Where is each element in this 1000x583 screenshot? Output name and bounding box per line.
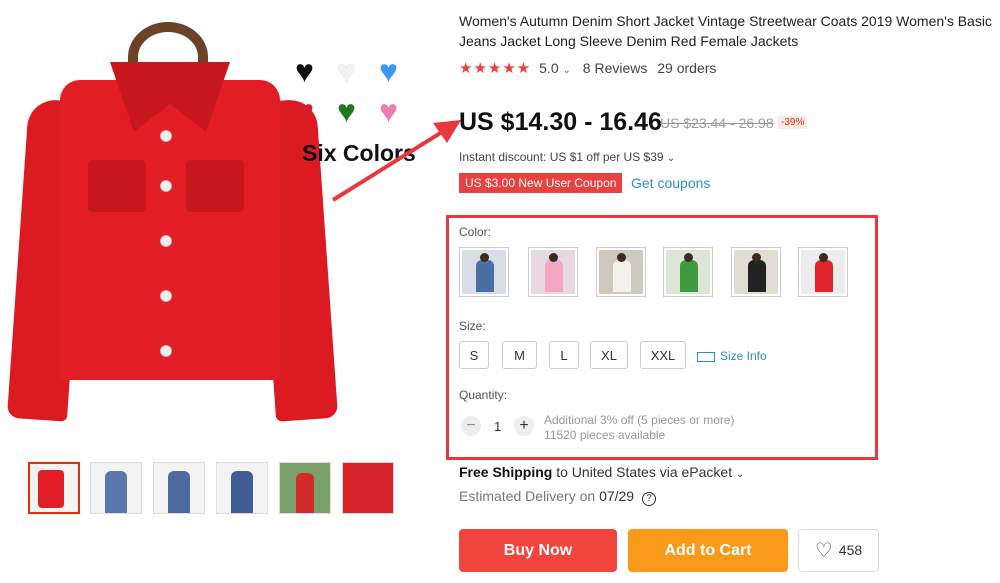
thumbnail[interactable] — [153, 462, 205, 514]
quantity-label: Quantity: — [459, 388, 508, 402]
color-swatch-red[interactable] — [798, 247, 848, 297]
size-label: Size: — [459, 319, 486, 333]
size-info-link[interactable]: Size Info — [697, 349, 767, 363]
color-swatch-blue-denim[interactable] — [459, 247, 509, 297]
instant-discount-text: Instant discount: US $1 off per US $39 — [459, 150, 664, 164]
plus-icon[interactable]: + — [514, 416, 534, 436]
instant-discount[interactable]: Instant discount: US $1 off per US $39 ⌄ — [459, 150, 675, 164]
thumbnail[interactable] — [216, 462, 268, 514]
jacket-pocket-left — [88, 160, 146, 212]
rating-row[interactable]: ★★★★★ 5.0 ⌄ 8 Reviews 29 orders — [459, 59, 716, 77]
heart-icon: ♥ — [337, 53, 356, 89]
thumbnail[interactable] — [28, 462, 80, 514]
estimated-delivery: Estimated Delivery on 07/29 ? — [459, 488, 656, 506]
thumbnail[interactable] — [279, 462, 331, 514]
original-price: US $23.44 - 26.98 — [660, 115, 774, 131]
thumbnail[interactable] — [342, 462, 394, 514]
size-option-s[interactable]: S — [459, 341, 489, 369]
heart-icon: ♥ — [295, 93, 314, 129]
size-option-xxl[interactable]: XXL — [640, 341, 686, 369]
jacket-button — [160, 130, 172, 142]
stock-available: 11520 pieces available — [544, 428, 666, 442]
help-icon[interactable]: ? — [642, 492, 656, 506]
buy-now-button[interactable]: Buy Now — [459, 529, 617, 572]
rating-value: 5.0 — [539, 60, 559, 76]
thumbnail[interactable] — [90, 462, 142, 514]
new-user-coupon[interactable]: US $3.00 New User Coupon — [459, 173, 623, 193]
jacket-pocket-right — [186, 160, 244, 212]
jacket-button — [160, 345, 172, 357]
quantity-value[interactable]: 1 — [494, 419, 501, 434]
size-info-label: Size Info — [720, 349, 767, 363]
color-swatch-white[interactable] — [596, 247, 646, 297]
reviews-link[interactable]: 8 Reviews — [583, 60, 648, 76]
annotation-arrow — [331, 120, 461, 202]
delivery-date: 07/29 — [599, 488, 635, 504]
estimated-delivery-label: Estimated Delivery on — [459, 488, 596, 504]
color-label: Color: — [459, 225, 492, 239]
star-icon: ★★★★★ — [459, 60, 532, 77]
color-swatch-black[interactable] — [731, 247, 781, 297]
bulk-discount-note: Additional 3% off (5 pieces or more) — [544, 413, 735, 427]
minus-icon[interactable]: − — [461, 416, 481, 436]
color-swatch-green[interactable] — [663, 247, 713, 297]
shipping-info[interactable]: Free Shipping to United States via ePack… — [459, 464, 744, 480]
heart-icon: ♥ — [379, 53, 398, 89]
ruler-icon — [697, 351, 715, 362]
jacket-body — [60, 80, 280, 380]
chevron-down-icon: ⌄ — [666, 153, 676, 164]
size-option-l[interactable]: L — [549, 341, 579, 369]
wishlist-button[interactable]: ♡ 458 — [798, 529, 879, 572]
heart-outline-icon: ♡ — [814, 540, 833, 562]
get-coupons-link[interactable]: Get coupons — [631, 175, 710, 191]
heart-icon: ♥ — [295, 53, 314, 89]
wishlist-count: 458 — [838, 542, 863, 558]
chevron-down-icon: ⌄ — [736, 469, 745, 480]
jacket-button — [160, 290, 172, 302]
price: US $14.30 - 16.46 — [459, 108, 662, 136]
jacket-button — [160, 235, 172, 247]
main-product-image[interactable]: ♥ ♥ ♥ ♥ ♥ ♥ Six Colors — [0, 0, 440, 450]
add-to-cart-button[interactable]: Add to Cart — [628, 529, 788, 572]
discount-badge: -39% — [778, 116, 808, 129]
free-shipping-label: Free Shipping — [459, 464, 553, 480]
color-swatch-pink[interactable] — [528, 247, 578, 297]
shipping-destination: to United States via ePacket — [556, 464, 733, 480]
size-option-xl[interactable]: XL — [590, 341, 628, 369]
size-option-m[interactable]: M — [502, 341, 537, 369]
chevron-down-icon: ⌄ — [562, 65, 571, 76]
product-title: Women's Autumn Denim Short Jacket Vintag… — [459, 13, 992, 49]
jacket-button — [160, 180, 172, 192]
orders-count: 29 orders — [657, 60, 717, 76]
